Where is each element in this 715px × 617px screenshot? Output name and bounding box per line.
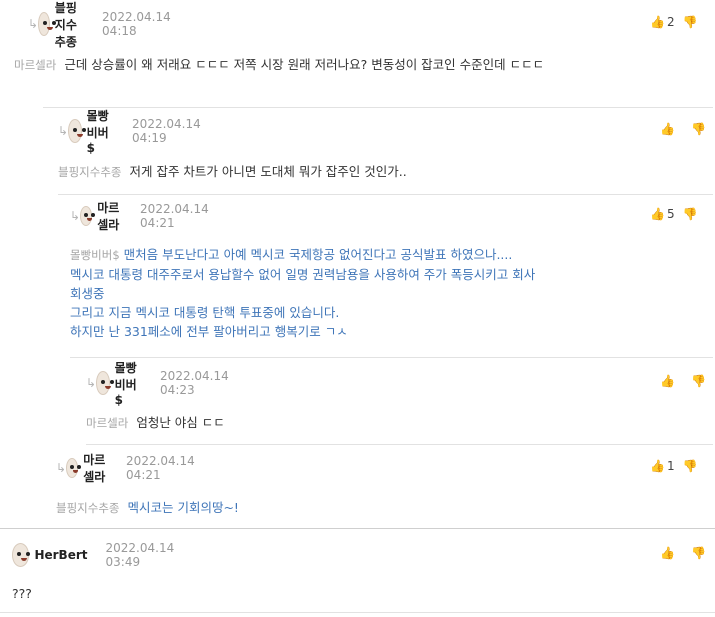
divider <box>0 612 715 613</box>
username[interactable]: 마르셀라 <box>83 451 108 485</box>
divider <box>70 357 713 358</box>
comment-text-line: 하지만 난 331페소에 전부 팔아버리고 행복기로 ㄱㅅ <box>70 324 348 339</box>
timestamp: 2022.04.14 04:21 <box>126 454 195 482</box>
thumbs-up-icon[interactable]: 👍 <box>660 374 675 388</box>
timestamp: 2022.04.14 04:23 <box>160 369 229 397</box>
avatar[interactable] <box>12 543 30 567</box>
comment-text: 멕시코는 기회의땅~! <box>127 500 239 515</box>
mention[interactable]: 블핑지수추종 <box>56 501 119 515</box>
thumbs-up-icon[interactable]: 👍 <box>650 15 665 29</box>
comment-text: 저게 잡주 차트가 아니면 도대체 뭐가 잡주인 것인가.. <box>129 164 407 179</box>
thumbs-up-icon[interactable]: 👍 <box>650 459 665 473</box>
avatar[interactable] <box>68 119 83 143</box>
reply-arrow-icon: ↳ <box>70 209 81 223</box>
thumbs-down-icon[interactable]: 👎 <box>691 374 706 388</box>
avatar[interactable] <box>38 12 53 36</box>
thumbs-down-icon[interactable]: 👎 <box>683 15 698 29</box>
avatar[interactable] <box>80 206 93 226</box>
avatar[interactable] <box>96 371 111 395</box>
avatar[interactable] <box>66 458 79 478</box>
comment-text-line: 그리고 지금 멕시코 대통령 탄핵 투표중에 있습니다. <box>70 305 340 320</box>
username[interactable]: 몰빵비버$ <box>115 359 142 407</box>
comment-text-line: 멕시코 대통령 대주주로서 용납할수 없어 일명 권력남용을 사용하여 주가 폭… <box>70 267 536 282</box>
username[interactable]: 마르셀라 <box>97 199 122 233</box>
reply-arrow-icon: ↳ <box>86 376 97 390</box>
timestamp: 2022.04.14 04:18 <box>102 10 171 38</box>
like-count: 5 <box>667 207 675 221</box>
comment-text: 근데 상승률이 왜 저래요 ㄷㄷㄷ 저쪽 시장 원래 저러나요? 변동성이 잡코… <box>64 57 545 72</box>
like-count: 2 <box>667 15 675 29</box>
thumbs-down-icon[interactable]: 👎 <box>683 207 698 221</box>
thumbs-down-icon[interactable]: 👎 <box>691 546 706 560</box>
reply-arrow-icon: ↳ <box>28 17 39 31</box>
timestamp: 2022.04.14 04:19 <box>132 117 201 145</box>
comment-text-line: 회생중 <box>70 286 105 301</box>
thumbs-down-icon[interactable]: 👎 <box>691 122 706 136</box>
thumbs-down-icon[interactable]: 👎 <box>683 459 698 473</box>
comment-text: ??? <box>12 586 32 601</box>
username[interactable]: 블핑지수추종 <box>55 0 84 50</box>
timestamp: 2022.04.14 04:21 <box>140 202 209 230</box>
mention[interactable]: 블핑지수추종 <box>58 165 121 179</box>
mention[interactable]: 마르셀라 <box>86 416 128 430</box>
timestamp: 2022.04.14 03:49 <box>105 541 175 569</box>
divider <box>0 528 715 529</box>
username[interactable]: 몰빵비버$ <box>87 107 114 155</box>
thumbs-up-icon[interactable]: 👍 <box>660 122 675 136</box>
like-count: 1 <box>667 459 675 473</box>
comment-text-line: 맨처음 부도난다고 아예 멕시코 국제항공 없어진다고 공식발표 하였으나...… <box>123 247 513 262</box>
mention[interactable]: 몰빵비버$ <box>70 248 120 262</box>
reply-arrow-icon: ↳ <box>56 461 67 475</box>
divider <box>58 194 713 195</box>
thumbs-up-icon[interactable]: 👍 <box>660 546 675 560</box>
username[interactable]: HerBert <box>34 548 87 562</box>
divider <box>86 444 713 445</box>
comment-text: 엄청난 야심 ㄷㄷ <box>136 415 225 430</box>
thumbs-up-icon[interactable]: 👍 <box>650 207 665 221</box>
divider <box>43 107 713 108</box>
mention[interactable]: 마르셀라 <box>14 58 56 72</box>
reply-arrow-icon: ↳ <box>58 124 69 138</box>
